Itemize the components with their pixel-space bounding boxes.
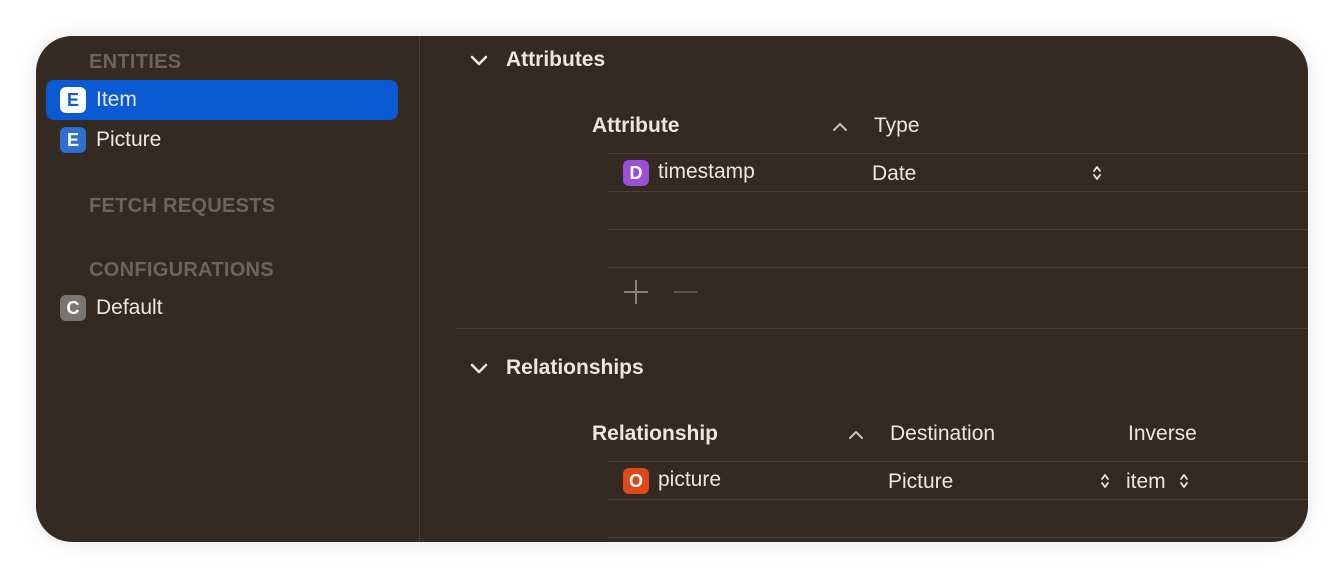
table-divider xyxy=(608,537,1308,538)
entity-sidebar: ENTITIES E Item E Picture FETCH REQUESTS… xyxy=(36,36,420,542)
attribute-name[interactable]: timestamp xyxy=(658,160,755,184)
entities-section-header: ENTITIES xyxy=(89,51,182,73)
sidebar-item-picture-entity[interactable]: E Picture xyxy=(46,120,398,160)
relationship-inverse-value[interactable]: item xyxy=(1126,470,1166,494)
sidebar-item-default-configuration[interactable]: C Default xyxy=(46,288,398,328)
relationship-destination-value[interactable]: Picture xyxy=(888,470,953,494)
table-divider xyxy=(608,191,1308,192)
attributes-section-toggle[interactable]: Attributes xyxy=(468,48,605,72)
chevron-down-icon xyxy=(470,363,488,374)
minus-icon[interactable] xyxy=(672,278,700,306)
plus-icon[interactable] xyxy=(622,278,650,306)
relationships-section-toggle[interactable]: Relationships xyxy=(468,356,644,380)
up-down-arrows-icon[interactable] xyxy=(1179,472,1189,490)
attribute-type-value[interactable]: Date xyxy=(872,162,916,186)
attribute-column-header[interactable]: Attribute xyxy=(592,114,680,138)
inverse-column-header[interactable]: Inverse xyxy=(1128,422,1197,446)
relationships-section-title: Relationships xyxy=(506,356,644,379)
configurations-section-header: CONFIGURATIONS xyxy=(89,259,274,281)
entity-editor: Attributes Attribute Type D timestamp Da… xyxy=(420,36,1308,542)
sort-ascending-icon[interactable] xyxy=(847,429,865,441)
sidebar-item-label: Item xyxy=(96,88,137,111)
sidebar-item-label: Picture xyxy=(96,128,162,151)
sidebar-item-label: Default xyxy=(96,296,163,319)
destination-column-header[interactable]: Destination xyxy=(890,422,995,446)
core-data-model-editor: ENTITIES E Item E Picture FETCH REQUESTS… xyxy=(36,36,1308,542)
table-divider xyxy=(608,499,1308,500)
type-column-header[interactable]: Type xyxy=(874,114,920,138)
relationship-badge-icon: O xyxy=(623,468,649,494)
table-divider xyxy=(608,229,1308,230)
sidebar-item-item-entity[interactable]: E Item xyxy=(46,80,398,120)
table-divider xyxy=(608,153,1308,154)
relationship-name[interactable]: picture xyxy=(658,468,721,492)
section-divider xyxy=(456,328,1308,329)
configuration-badge-icon: C xyxy=(60,295,86,321)
fetch-requests-section-header: FETCH REQUESTS xyxy=(89,195,276,217)
sort-ascending-icon[interactable] xyxy=(831,121,849,133)
attribute-type-badge-icon: D xyxy=(623,160,649,186)
up-down-arrows-icon[interactable] xyxy=(1092,164,1102,182)
relationship-column-header[interactable]: Relationship xyxy=(592,422,718,446)
entity-badge-icon: E xyxy=(60,127,86,153)
table-divider xyxy=(608,461,1308,462)
attributes-section-title: Attributes xyxy=(506,48,606,71)
up-down-arrows-icon[interactable] xyxy=(1100,472,1110,490)
entity-badge-icon: E xyxy=(60,87,86,113)
table-divider xyxy=(608,267,1308,268)
chevron-down-icon xyxy=(470,55,488,66)
